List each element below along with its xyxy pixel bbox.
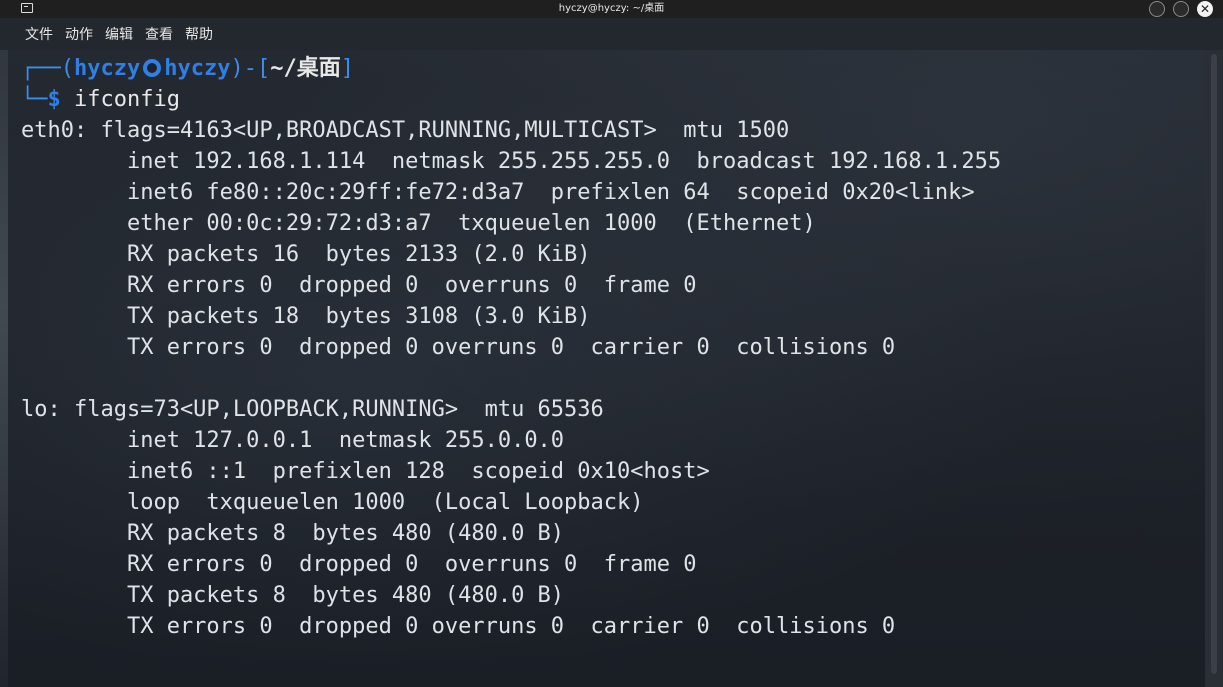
close-button[interactable]: ✕ [1197, 1, 1213, 17]
output-line: RX errors 0 dropped 0 overruns 0 frame 0 [21, 552, 697, 577]
menu-file[interactable]: 文件 [19, 24, 59, 44]
output-line: ether 00:0c:29:72:d3:a7 txqueuelen 1000 … [21, 211, 816, 236]
output-line: TX packets 8 bytes 480 (480.0 B) [21, 583, 565, 608]
prompt-frame-bottom: └─ [21, 87, 48, 112]
maximize-button[interactable] [1173, 1, 1189, 17]
window-title: hyczy@hyczy: ~/桌面 [558, 3, 665, 14]
menu-view[interactable]: 查看 [139, 24, 179, 44]
prompt-frame-open: ┌──( [21, 56, 74, 81]
output-line: RX packets 16 bytes 2133 (2.0 KiB) [21, 242, 591, 267]
output-line: eth0: flags=4163<UP,BROADCAST,RUNNING,MU… [21, 118, 790, 143]
prompt-frame-close: ] [340, 56, 354, 81]
output-line: inet 192.168.1.114 netmask 255.255.255.0… [21, 149, 1002, 174]
output-line: inet6 fe80::20c:29ff:fe72:d3a7 prefixlen… [21, 180, 975, 205]
minimize-button[interactable] [1149, 1, 1165, 17]
terminal-output-area[interactable]: ┌──(hyczy hyczy)-[~/桌面] └─$ ifconfig eth0… [0, 50, 1200, 687]
output-line: RX packets 8 bytes 480 (480.0 B) [21, 521, 565, 546]
prompt-frame-mid: )-[ [230, 56, 271, 81]
command-line: └─$ ifconfig [21, 84, 180, 115]
prompt-dollar: $ [47, 87, 61, 112]
output-line: inet6 ::1 prefixlen 128 scopeid 0x10<hos… [21, 459, 710, 484]
output-line: TX errors 0 dropped 0 overruns 0 carrier… [21, 614, 896, 639]
terminal-window: hyczy@hyczy: ~/桌面 ✕ 文件 动作 编辑 查看 帮助 ┌──(h… [0, 0, 1223, 687]
output-line: lo: flags=73<UP,LOOPBACK,RUNNING> mtu 65… [21, 397, 604, 422]
prompt-host: hyczy [164, 56, 231, 81]
scrollbar-thumb[interactable] [1211, 54, 1217, 674]
menu-edit[interactable]: 编辑 [99, 24, 139, 44]
output-line: inet 127.0.0.1 netmask 255.0.0.0 [21, 428, 565, 453]
prompt-path: ~/桌面 [270, 56, 341, 81]
output-line: loop txqueuelen 1000 (Local Loopback) [21, 490, 644, 515]
title-bar[interactable]: hyczy@hyczy: ~/桌面 ✕ [0, 0, 1223, 18]
menu-help[interactable]: 帮助 [179, 24, 219, 44]
prompt-user: hyczy [73, 56, 141, 81]
menu-bar: 文件 动作 编辑 查看 帮助 [0, 18, 1223, 50]
command-text: ifconfig [74, 87, 180, 112]
output-line: RX errors 0 dropped 0 overruns 0 frame 0 [21, 273, 697, 298]
menu-action[interactable]: 动作 [59, 24, 99, 44]
prompt-line: ┌──(hyczy hyczy)-[~/桌面] [21, 53, 354, 84]
scrollbar[interactable] [1205, 50, 1223, 687]
kali-dragon-icon [143, 59, 162, 77]
output-line: TX errors 0 dropped 0 overruns 0 carrier… [21, 335, 896, 360]
output-line: TX packets 18 bytes 3108 (3.0 KiB) [21, 304, 591, 329]
